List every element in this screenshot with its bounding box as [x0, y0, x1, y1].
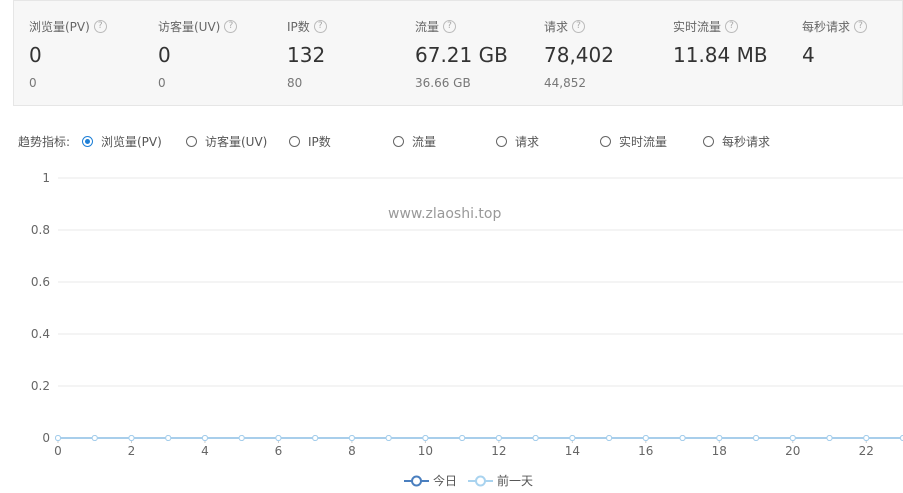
stat-value: 4	[802, 43, 815, 67]
y-tick-label: 0.8	[31, 223, 50, 237]
help-icon[interactable]: ?	[224, 20, 238, 33]
stat-label: 浏览量(PV)?	[29, 18, 107, 35]
stat-sub-value: 0	[158, 76, 166, 90]
stat-label: 请求?	[544, 18, 586, 35]
stat-label: 每秒请求?	[802, 18, 868, 35]
data-point	[826, 435, 833, 441]
x-tick-label: 14	[565, 444, 580, 458]
trend-option-realtime-traffic[interactable]: 实时流量	[600, 133, 667, 150]
x-tick-label: 4	[201, 444, 209, 458]
x-tick-label: 12	[491, 444, 506, 458]
x-tick-label: 18	[712, 444, 727, 458]
stat-value: 0	[158, 43, 171, 67]
data-point	[606, 435, 613, 441]
trend-option-requests-per-second[interactable]: 每秒请求	[703, 133, 770, 150]
stat-sub-value: 80	[287, 76, 303, 90]
trend-option-traffic[interactable]: 流量	[393, 133, 436, 150]
y-tick-label: 0.6	[31, 275, 50, 289]
radio-button[interactable]	[703, 136, 714, 147]
data-point	[91, 435, 98, 441]
stat-label: 流量?	[415, 18, 457, 35]
data-point	[348, 435, 355, 441]
y-tick-label: 1	[42, 171, 50, 185]
x-tick-label: 8	[348, 444, 356, 458]
stat-sub-value: 44,852	[544, 76, 586, 90]
radio-button[interactable]	[600, 136, 611, 147]
trend-option-uv[interactable]: 访客量(UV)	[186, 133, 267, 150]
stat-label: 访客量(UV)?	[158, 18, 238, 35]
stats-panel: 浏览量(PV)? 0 0 访客量(UV)? 0 0 IP数? 132 80 流量…	[13, 0, 903, 106]
stat-value: 11.84 MB	[673, 43, 768, 67]
y-tick-label: 0	[42, 431, 50, 445]
legend-item-yesterday[interactable]: 前一天	[468, 472, 533, 489]
x-tick-label: 20	[785, 444, 800, 458]
x-tick-label: 22	[859, 444, 874, 458]
help-icon[interactable]: ?	[854, 20, 868, 33]
data-point	[569, 435, 576, 441]
data-point	[863, 435, 870, 441]
data-point	[789, 435, 796, 441]
stat-sub-value: 36.66 GB	[415, 76, 471, 90]
legend-swatch-today	[404, 475, 429, 486]
data-point	[128, 435, 135, 441]
stat-sub-value: 0	[29, 76, 37, 90]
data-point	[165, 435, 172, 441]
data-point	[679, 435, 686, 441]
legend-swatch-yesterday	[468, 475, 493, 486]
data-point	[495, 435, 502, 441]
x-tick-label: 0	[54, 444, 62, 458]
legend-item-today[interactable]: 今日	[404, 472, 457, 489]
data-point	[238, 435, 245, 441]
x-tick-label: 2	[128, 444, 136, 458]
trend-option-pv[interactable]: 浏览量(PV)	[82, 133, 162, 150]
trend-title: 趋势指标:	[18, 135, 71, 149]
stat-label: IP数?	[287, 18, 327, 35]
y-tick-label: 0.4	[31, 327, 50, 341]
help-icon[interactable]: ?	[725, 20, 739, 33]
data-point	[422, 435, 429, 441]
data-point	[385, 435, 392, 441]
stat-value: 0	[29, 43, 42, 67]
stat-value: 132	[287, 43, 326, 67]
radio-button[interactable]	[289, 136, 300, 147]
data-point	[532, 435, 539, 441]
data-point	[55, 435, 61, 441]
y-tick-label: 0.2	[31, 379, 50, 393]
data-point	[716, 435, 723, 441]
help-icon[interactable]: ?	[313, 20, 327, 33]
radio-button[interactable]	[496, 136, 507, 147]
watermark: www.zlaoshi.top	[388, 206, 502, 222]
trend-option-requests[interactable]: 请求	[496, 133, 539, 150]
trend-option-ip[interactable]: IP数	[289, 133, 331, 150]
help-icon[interactable]: ?	[443, 20, 457, 33]
help-icon[interactable]: ?	[572, 20, 586, 33]
x-tick-label: 10	[418, 444, 433, 458]
data-point	[459, 435, 466, 441]
x-tick-label: 6	[275, 444, 283, 458]
data-point	[753, 435, 760, 441]
x-tick-label: 16	[638, 444, 653, 458]
stat-value: 67.21 GB	[415, 43, 508, 67]
data-point	[642, 435, 649, 441]
help-icon[interactable]: ?	[93, 20, 107, 33]
data-point	[312, 435, 319, 441]
stat-value: 78,402	[544, 43, 614, 67]
radio-button[interactable]	[186, 136, 197, 147]
radio-button[interactable]	[393, 136, 404, 147]
stat-label: 实时流量?	[673, 18, 739, 35]
data-point	[275, 435, 282, 441]
data-point	[201, 435, 208, 441]
radio-button[interactable]	[82, 136, 93, 147]
